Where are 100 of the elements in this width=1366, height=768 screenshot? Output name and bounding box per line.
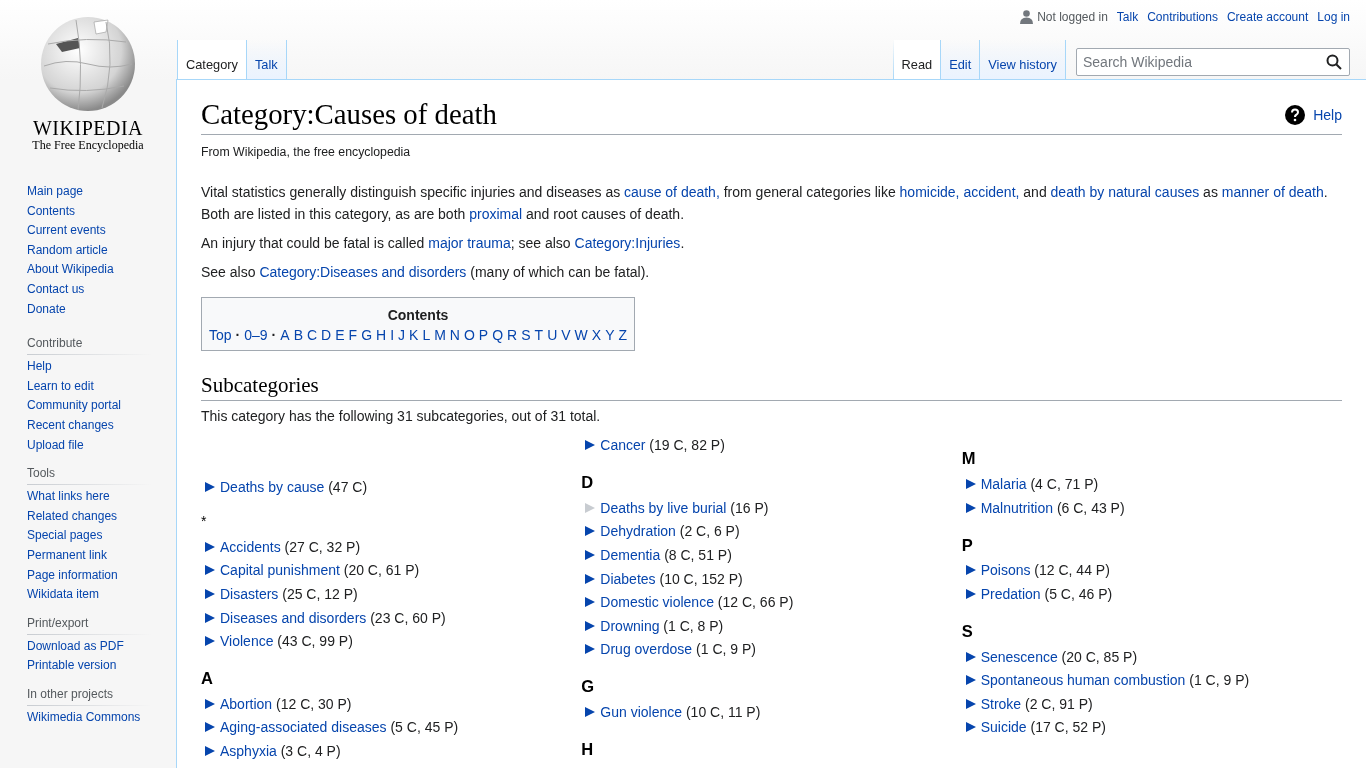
toc-link[interactable]: X	[591, 324, 602, 347]
inline-link[interactable]: Category:Diseases and disorders	[259, 264, 467, 281]
toc-link[interactable]: I	[390, 324, 395, 347]
toc-link[interactable]: R	[507, 324, 518, 347]
expand-arrow-icon[interactable]	[205, 541, 215, 552]
expand-arrow-icon[interactable]	[965, 479, 976, 490]
expand-arrow-icon[interactable]	[205, 722, 215, 733]
toc-link[interactable]: E	[335, 324, 345, 347]
subcategory-link[interactable]: Abortion	[220, 695, 273, 712]
subcategory-link[interactable]: Cancer	[600, 437, 646, 454]
subcategory-link[interactable]: Accidents	[220, 538, 281, 555]
personal-link[interactable]: Talk	[1116, 10, 1139, 24]
page-tab[interactable]: Category	[177, 40, 247, 80]
sidebar-link[interactable]: Random article	[27, 242, 108, 257]
view-tab[interactable]: Edit	[941, 40, 981, 80]
toc-link[interactable]: W	[574, 324, 588, 347]
expand-arrow-icon[interactable]	[585, 597, 596, 608]
expand-arrow-icon[interactable]	[205, 636, 215, 647]
toc-link[interactable]: Y	[605, 324, 615, 347]
expand-arrow-icon[interactable]	[585, 526, 596, 537]
expand-arrow-icon[interactable]	[585, 573, 596, 584]
subcategory-link[interactable]: Deaths by cause	[220, 479, 325, 496]
toc-link[interactable]: K	[409, 324, 419, 347]
expand-arrow-icon[interactable]	[965, 698, 976, 709]
sidebar-link[interactable]: What links here	[27, 489, 110, 504]
sidebar-link[interactable]: Download as PDF	[27, 638, 124, 653]
expand-arrow-icon[interactable]	[585, 706, 596, 717]
subcategory-link[interactable]: Diabetes	[600, 570, 656, 587]
subcategory-link[interactable]: Malnutrition	[980, 499, 1054, 516]
sidebar-link[interactable]: Page information	[27, 567, 118, 582]
expand-arrow-icon[interactable]	[205, 565, 215, 576]
sidebar-link[interactable]: Wikidata item	[27, 587, 100, 602]
subcategory-link[interactable]: Poisons	[980, 562, 1031, 579]
toc-link[interactable]: Top	[209, 324, 232, 347]
toc-link[interactable]: D	[321, 324, 332, 347]
inline-link[interactable]: cause of death,	[624, 184, 720, 201]
toc-link[interactable]: T	[534, 324, 544, 347]
toc-link[interactable]: J	[398, 324, 406, 347]
sidebar-link[interactable]: Upload file	[27, 437, 84, 452]
subcategory-link[interactable]: Senescence	[980, 648, 1058, 665]
subcategory-link[interactable]: Suicide	[980, 719, 1027, 736]
view-tab[interactable]: Read	[893, 40, 942, 80]
inline-link[interactable]: manner of death	[1221, 184, 1324, 201]
subcategory-link[interactable]: Asphyxia	[220, 742, 277, 759]
search-icon[interactable]	[1326, 54, 1342, 70]
help-link[interactable]: Help	[1313, 107, 1342, 124]
expand-arrow-icon[interactable]	[205, 745, 215, 756]
sidebar-link[interactable]: Recent changes	[27, 417, 114, 432]
toc-link[interactable]: S	[521, 324, 531, 347]
sidebar-link[interactable]: Community portal	[27, 398, 122, 413]
help-icon[interactable]	[1285, 105, 1306, 126]
inline-link[interactable]: major trauma	[428, 235, 511, 252]
expand-arrow-icon[interactable]	[965, 588, 976, 599]
sidebar-link[interactable]: About Wikipedia	[27, 262, 114, 277]
sidebar-link[interactable]: Contents	[27, 203, 76, 218]
expand-arrow-icon[interactable]	[205, 612, 215, 623]
personal-link[interactable]: Contributions	[1147, 10, 1218, 24]
toc-link[interactable]: F	[348, 324, 358, 347]
toc-link[interactable]: Z	[618, 324, 628, 347]
toc-link[interactable]: H	[376, 324, 387, 347]
toc-link[interactable]: V	[561, 324, 571, 347]
page-tab[interactable]: Talk	[246, 40, 287, 80]
subcategory-link[interactable]: Dementia	[600, 546, 661, 563]
inline-link[interactable]: proximal	[469, 206, 523, 223]
inline-link[interactable]: homicide, accident,	[899, 184, 1020, 201]
sidebar-link[interactable]: Current events	[27, 223, 106, 238]
sidebar-link[interactable]: Learn to edit	[27, 378, 94, 393]
toc-link[interactable]: O	[463, 324, 475, 347]
toc-link[interactable]: A	[280, 324, 290, 347]
subcategory-link[interactable]: Predation	[980, 585, 1041, 602]
toc-link[interactable]: B	[293, 324, 303, 347]
subcategory-link[interactable]: Drug overdose	[600, 641, 693, 658]
subcategory-link[interactable]: Dehydration	[600, 523, 676, 540]
toc-link[interactable]: C	[306, 324, 318, 347]
search-field[interactable]: Search Wikipedia	[1076, 48, 1350, 76]
expand-arrow-icon[interactable]	[585, 549, 596, 560]
subcategory-link[interactable]: Diseases and disorders	[220, 609, 367, 626]
sidebar-link[interactable]: Wikimedia Commons	[27, 709, 141, 724]
expand-arrow-icon[interactable]	[205, 698, 215, 709]
toc-link[interactable]: 0–9	[244, 324, 268, 347]
sidebar-link[interactable]: Main page	[27, 184, 84, 198]
sidebar-link[interactable]: Donate	[27, 301, 66, 316]
subcategory-link[interactable]: Drowning	[600, 617, 660, 634]
subcategory-link[interactable]: Gun violence	[600, 703, 683, 720]
subcategory-link[interactable]: Deaths by live burial	[600, 499, 727, 516]
expand-arrow-icon[interactable]	[965, 722, 976, 733]
sidebar-link[interactable]: Related changes	[27, 508, 118, 523]
toc-link[interactable]: Q	[492, 324, 504, 347]
personal-link[interactable]: Create account	[1226, 10, 1309, 24]
sidebar-link[interactable]: Printable version	[27, 658, 117, 673]
toc-link[interactable]: N	[449, 324, 460, 347]
inline-link[interactable]: death by natural causes	[1050, 184, 1200, 201]
expand-arrow-icon[interactable]	[585, 620, 596, 631]
subcategory-link[interactable]: Malaria	[980, 476, 1027, 493]
sidebar-link[interactable]: Special pages	[27, 528, 103, 543]
expand-arrow-icon[interactable]	[965, 675, 976, 686]
subcategory-link[interactable]: Capital punishment	[220, 562, 340, 579]
expand-arrow-icon[interactable]	[205, 588, 215, 599]
subcategory-link[interactable]: Spontaneous human combustion	[980, 672, 1186, 689]
toc-link[interactable]: P	[478, 324, 489, 347]
